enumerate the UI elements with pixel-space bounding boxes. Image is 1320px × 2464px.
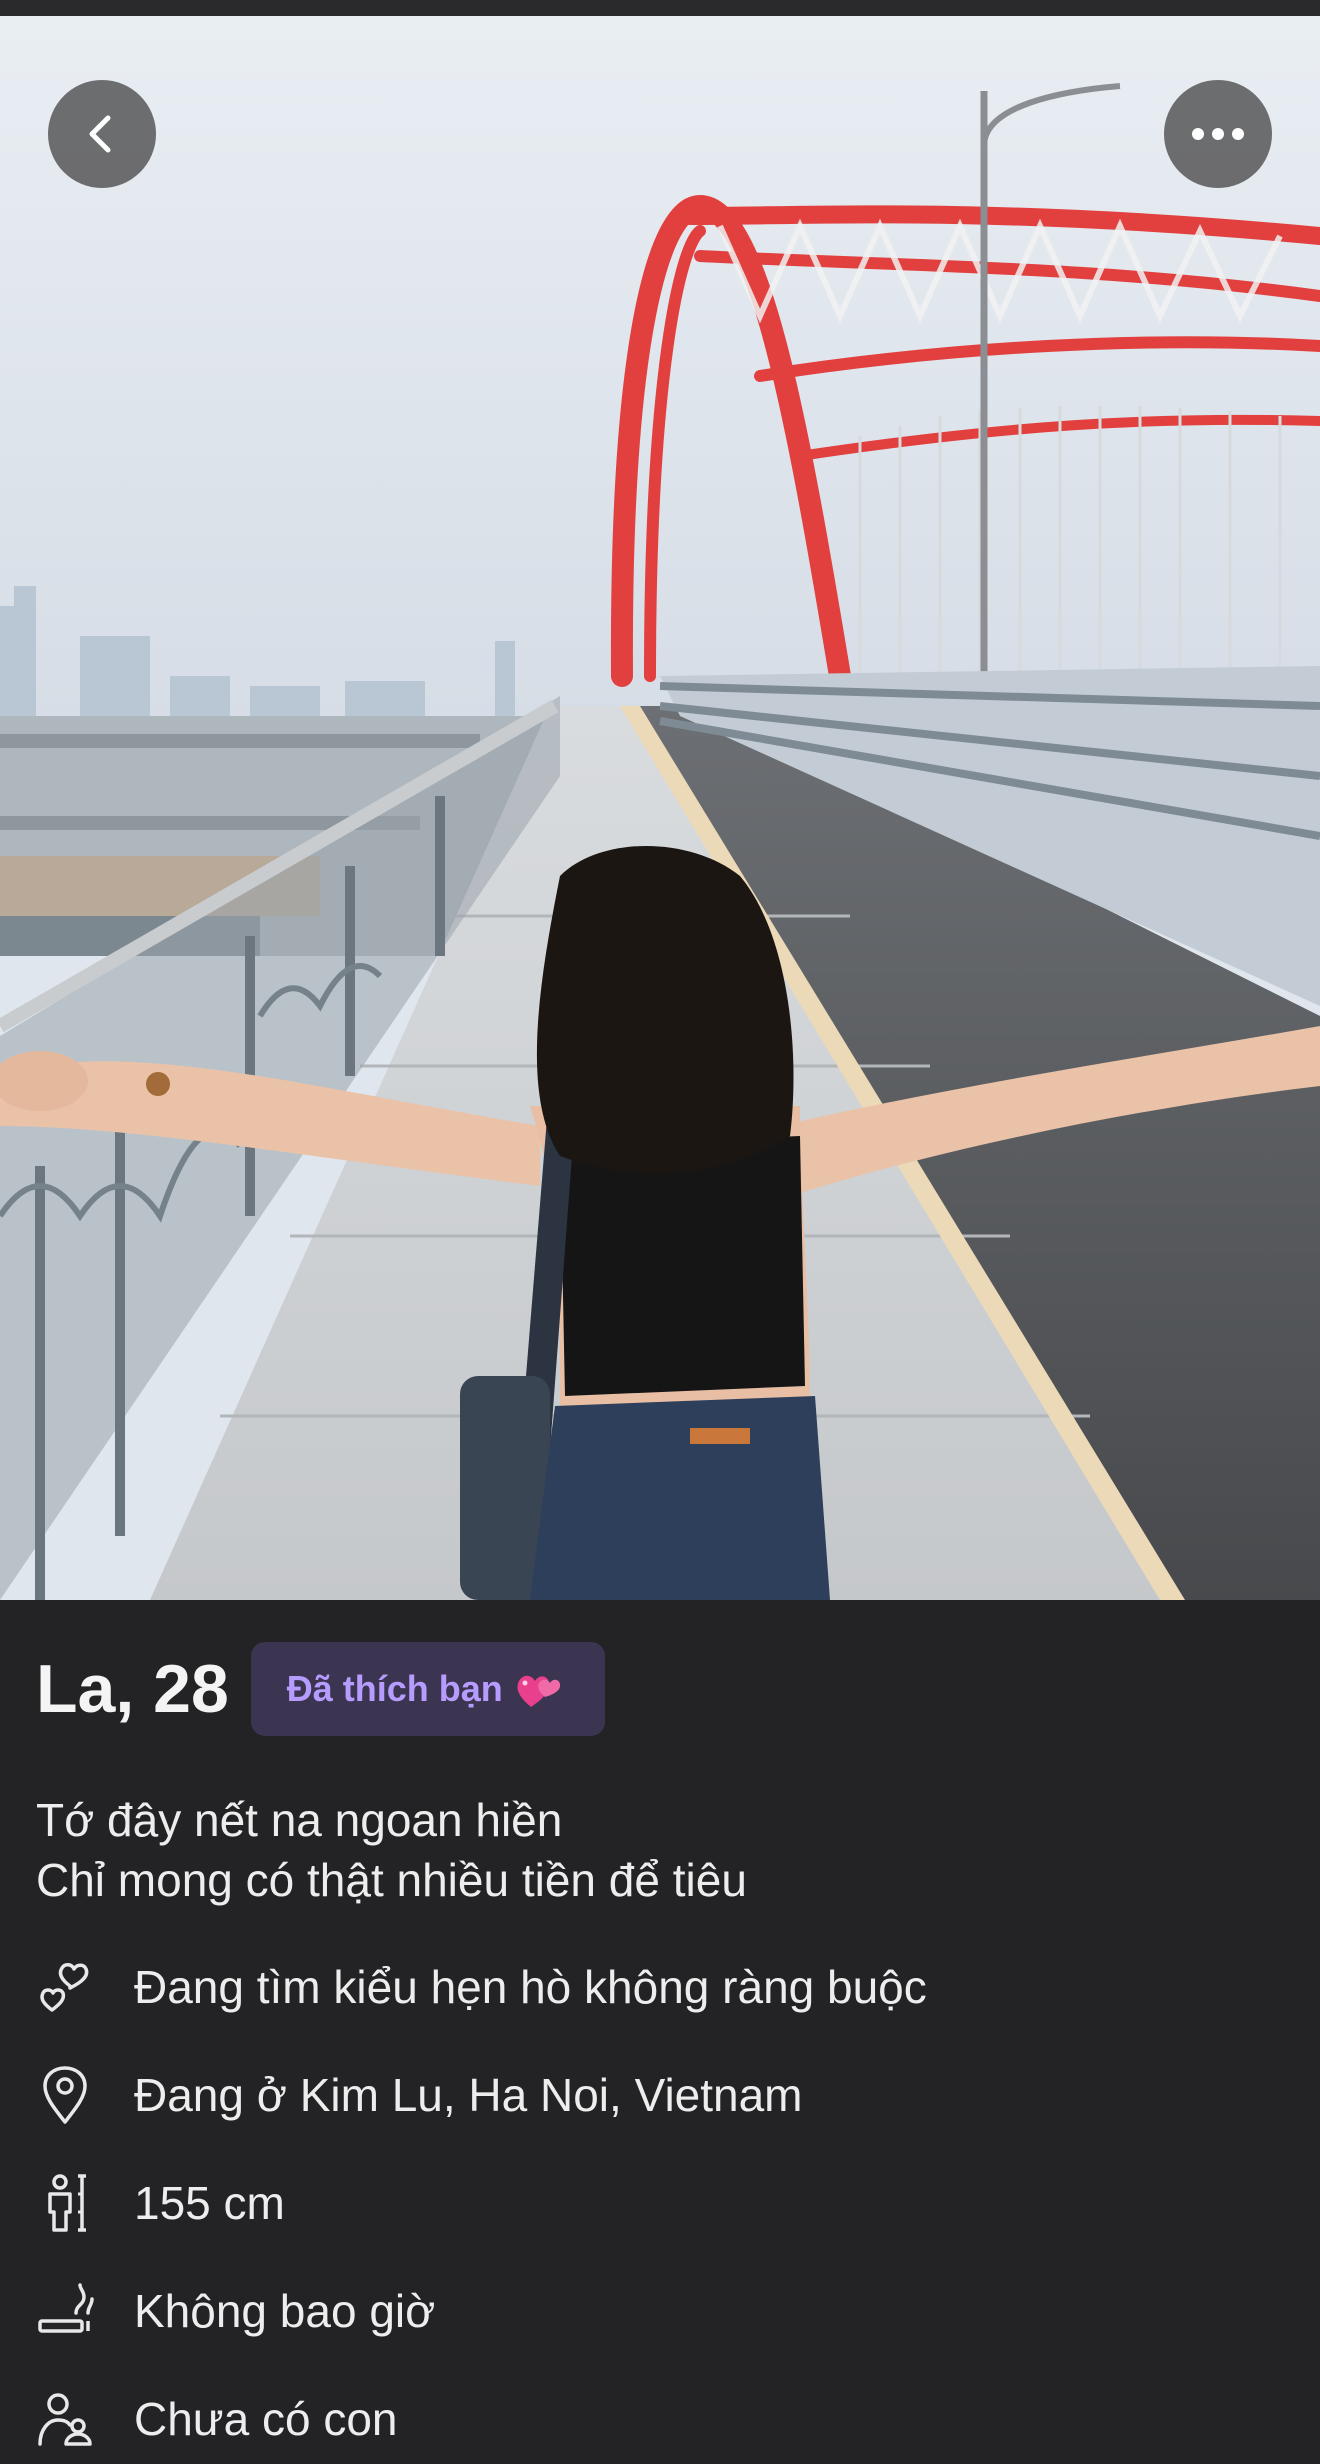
hearts-icon [36, 1956, 94, 2018]
attribute-children: Chưa có con [36, 2384, 398, 2454]
attribute-height-text: 155 cm [134, 2177, 285, 2229]
liked-you-badge-label: Đã thích bạn [286, 1668, 503, 1709]
attribute-relationship: Đang tìm kiểu hẹn hò không ràng buộc [36, 1952, 927, 2022]
liked-you-badge: Đã thích bạn [250, 1642, 605, 1736]
profile-bio: Tớ đây nết na ngoan hiền Chỉ mong có thậ… [36, 1790, 1276, 1910]
attribute-smoking: Không bao giờ [36, 2276, 435, 2346]
heart-emoji [517, 1675, 560, 1707]
children-icon [36, 2388, 94, 2450]
attribute-location: Đang ở Kim Lu, Ha Noi, Vietnam [36, 2060, 803, 2130]
status-bar-strip [0, 0, 1320, 16]
more-horizontal-icon [1192, 128, 1244, 140]
chevron-left-icon [89, 115, 111, 153]
back-button[interactable] [48, 80, 156, 188]
attribute-relationship-text: Đang tìm kiểu hẹn hò không ràng buộc [134, 1961, 927, 2013]
bio-line: Tớ đây nết na ngoan hiền [36, 1794, 563, 1846]
bio-line: Chỉ mong có thật nhiều tiền để tiêu [36, 1854, 747, 1906]
profile-photo-illustration [0, 16, 1320, 1600]
more-options-button[interactable] [1164, 80, 1272, 188]
profile-info-panel: La, 28 Đã thích bạn Tớ đây nết na ngoan … [0, 1600, 1320, 2464]
profile-name-age: La, 28 [36, 1651, 229, 1727]
height-icon [36, 2172, 94, 2234]
location-pin-icon [36, 2064, 94, 2126]
name-row: La, 28 Đã thích bạn [36, 1642, 605, 1736]
profile-photo[interactable] [0, 16, 1320, 1600]
attribute-smoking-text: Không bao giờ [134, 2285, 436, 2337]
attribute-location-text: Đang ở Kim Lu, Ha Noi, Vietnam [134, 2069, 803, 2121]
attribute-children-text: Chưa có con [134, 2393, 398, 2445]
attribute-height: 155 cm [36, 2168, 285, 2238]
smoking-icon [36, 2280, 94, 2342]
